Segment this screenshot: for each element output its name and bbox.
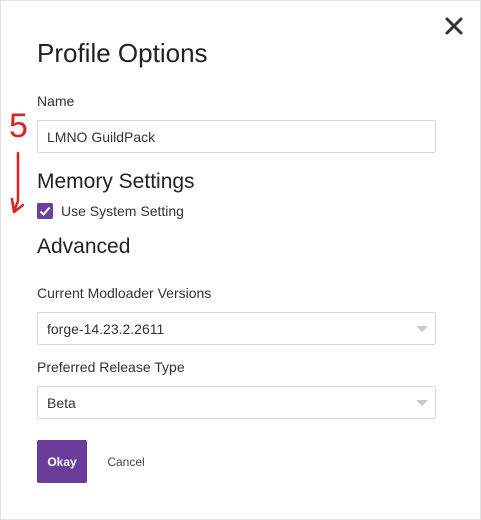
annotation-arrow: 5 [9, 107, 28, 214]
close-icon [445, 17, 463, 35]
checkmark-icon [39, 206, 51, 216]
use-system-setting-label: Use System Setting [61, 203, 184, 219]
use-system-setting-row[interactable]: Use System Setting [37, 202, 184, 220]
chevron-down-icon [416, 400, 428, 406]
annotation-number: 5 [9, 107, 28, 145]
release-type-label: Preferred Release Type [37, 359, 185, 375]
okay-button[interactable]: Okay [37, 440, 87, 483]
release-type-value: Beta [47, 395, 76, 411]
cancel-button[interactable]: Cancel [99, 440, 153, 483]
modloader-label: Current Modloader Versions [37, 285, 212, 301]
advanced-heading: Advanced [37, 235, 131, 258]
release-type-select[interactable]: Beta [37, 386, 436, 419]
name-input[interactable] [37, 120, 436, 153]
memory-settings-heading: Memory Settings [37, 170, 195, 193]
use-system-setting-checkbox[interactable] [37, 203, 53, 219]
modloader-value: forge-14.23.2.2611 [47, 321, 165, 337]
dialog-title: Profile Options [37, 38, 208, 68]
chevron-down-icon [416, 326, 428, 332]
close-button[interactable] [441, 13, 467, 39]
profile-options-dialog: Profile Options Name Memory Settings Use… [0, 0, 481, 520]
modloader-select[interactable]: forge-14.23.2.2611 [37, 312, 436, 345]
name-label: Name [37, 93, 75, 109]
